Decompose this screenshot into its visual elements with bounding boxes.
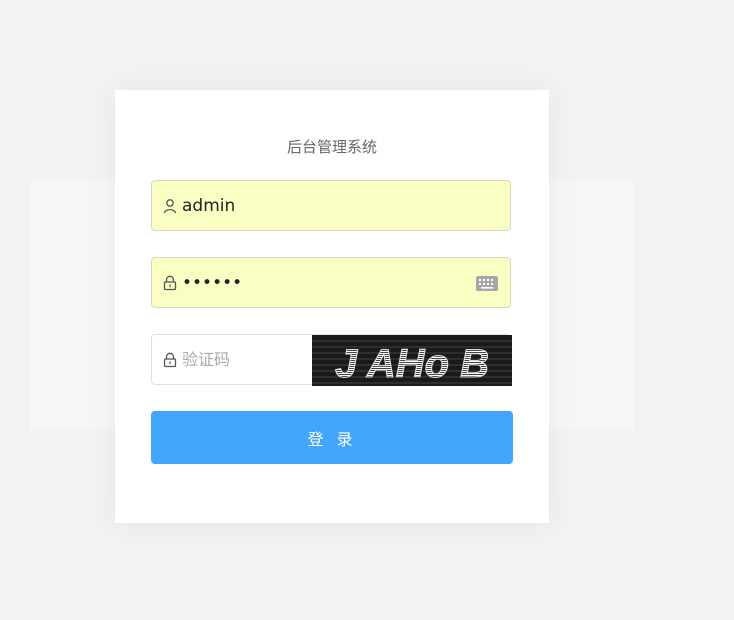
captcha-text: J AHo B xyxy=(335,342,489,386)
username-field[interactable] xyxy=(151,180,511,231)
password-field[interactable] xyxy=(151,257,511,308)
username-input[interactable] xyxy=(182,181,470,230)
password-input[interactable] xyxy=(182,258,470,307)
keyboard-icon[interactable] xyxy=(476,276,498,291)
lock-icon xyxy=(163,275,177,291)
lock-icon xyxy=(163,352,177,368)
login-button[interactable]: 登 录 xyxy=(151,411,513,464)
captcha-field[interactable]: J AHo B xyxy=(151,334,512,386)
login-card: 后台管理系统 admin 验证码 J AHo B 登 录 xyxy=(115,90,549,523)
captcha-image[interactable]: J AHo B xyxy=(312,335,512,386)
page-title: 后台管理系统 xyxy=(286,138,377,156)
user-icon xyxy=(163,198,177,214)
captcha-input[interactable] xyxy=(182,335,300,384)
